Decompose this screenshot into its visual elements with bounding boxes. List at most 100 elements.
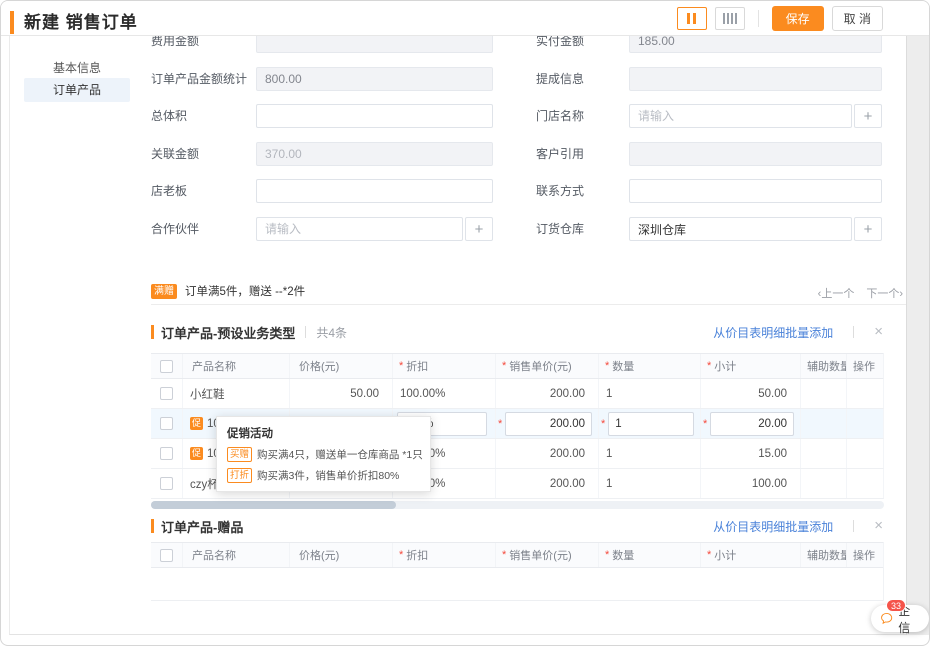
cancel-button[interactable]: 取 消: [832, 6, 883, 31]
title-accent-bar: [10, 11, 14, 34]
field-label: 店老板: [151, 179, 187, 203]
partner-add-button[interactable]: +: [465, 217, 493, 241]
promotion-tag: 满赠: [151, 284, 177, 299]
products-count: 共4条: [316, 324, 347, 341]
store-name-add-button[interactable]: +: [854, 104, 882, 128]
table-horizontal-scrollbar[interactable]: [151, 501, 884, 509]
product-amount-total-field: 800.00: [256, 67, 493, 91]
tooltip-item: 打折 购买满3件，销售单价折扣80%: [227, 468, 420, 483]
field-group-store-name: 门店名称 +: [536, 104, 882, 128]
paid-amount-field: 185.00: [629, 36, 882, 53]
next-promotion-link[interactable]: 下一个›: [866, 285, 903, 301]
select-all-checkbox[interactable]: [160, 360, 173, 373]
subtotal-input[interactable]: [710, 412, 794, 436]
gifts-section-title: 订单产品-赠品: [161, 517, 243, 536]
scrollbar-thumb[interactable]: [151, 501, 396, 509]
field-group-fee-amount: 费用金额: [151, 36, 493, 53]
sidebar-item-basic-info[interactable]: 基本信息: [24, 56, 130, 80]
row-checkbox[interactable]: [160, 387, 173, 400]
field-group-total-volume: 总体积: [151, 104, 493, 128]
field-group-related-amount: 关联金额 370.00: [151, 142, 493, 166]
sidebar-item-order-products[interactable]: 订单产品: [24, 78, 130, 102]
main-content: 基本信息 订单产品 费用金额 实付金额 185.00 订单产品金额统计 800.…: [9, 36, 907, 635]
required-asterisk: *: [601, 418, 605, 430]
field-label: 订货仓库: [536, 217, 584, 241]
banner-separator: [151, 304, 906, 305]
promotion-tooltip: 促销活动 买赠 购买满4只，赠送单一仓库商品 *1只 打折 购买满3件，销售单价…: [216, 416, 431, 492]
aux-qty-cell: [801, 469, 847, 498]
right-scroll-gutter[interactable]: [906, 36, 929, 635]
field-group-paid-amount: 实付金额 185.00: [536, 36, 882, 53]
total-volume-field: [256, 104, 493, 128]
unit-price-cell: 200.00: [496, 439, 599, 468]
required-asterisk: *: [498, 418, 502, 430]
discount-cell: 100.00%: [393, 379, 496, 408]
warehouse-add-button[interactable]: +: [854, 217, 882, 241]
promo-badge: 促: [190, 447, 203, 460]
operation-cell: [847, 439, 884, 468]
unit-price-cell: 200.00: [496, 379, 599, 408]
tooltip-item: 买赠 购买满4只，赠送单一仓库商品 *1只: [227, 447, 420, 462]
batch-add-from-pricelist-link[interactable]: 从价目表明细批量添加: [713, 518, 833, 535]
row-checkbox[interactable]: [160, 417, 173, 430]
two-column-view-toggle-icon[interactable]: [677, 7, 707, 30]
products-section-title: 订单产品-预设业务类型: [161, 323, 295, 342]
contact-field: [629, 179, 882, 203]
warehouse-field: [629, 217, 852, 241]
field-label: 门店名称: [536, 104, 584, 128]
buy-gift-tag: 买赠: [227, 447, 252, 462]
products-table-header: 产品名称 价格(元) *折扣 *销售单价(元) *数量 *小计 辅助数量 操作: [151, 353, 883, 379]
discount-tag: 打折: [227, 468, 252, 483]
qty-input[interactable]: [608, 412, 694, 436]
partner-input[interactable]: [265, 222, 454, 236]
qty-cell: 1: [599, 469, 701, 498]
total-volume-input[interactable]: [265, 109, 484, 123]
field-group-product-amount-total: 订单产品金额统计 800.00: [151, 67, 493, 91]
products-section-header: 订单产品-预设业务类型 共4条: [151, 324, 347, 340]
gifts-table-header: 产品名称 价格(元) *折扣 *销售单价(元) *数量 *小计 辅助数量 操作: [151, 542, 883, 568]
header-divider: [758, 10, 759, 27]
field-label: 订单产品金额统计: [151, 67, 247, 91]
field-label: 联系方式: [536, 179, 584, 203]
qixin-widget[interactable]: 33 企信: [871, 605, 929, 632]
sales-order-window: 新建 销售订单 保存 取 消 基本信息 订单产品 费用金额 实付金额 185.0…: [0, 0, 930, 646]
row-checkbox[interactable]: [160, 477, 173, 490]
section-accent-bar: [151, 519, 154, 533]
partner-field: [256, 217, 463, 241]
close-icon[interactable]: ×: [874, 519, 883, 533]
warehouse-input[interactable]: [638, 222, 843, 236]
row-checkbox[interactable]: [160, 447, 173, 460]
chat-bubble-icon: [880, 610, 893, 627]
field-label: 总体积: [151, 104, 187, 128]
list-view-toggle-icon[interactable]: [715, 7, 745, 30]
field-label: 客户引用: [536, 142, 584, 166]
product-name-cell: 小红鞋: [183, 379, 290, 408]
prev-promotion-link[interactable]: ‹上一个: [818, 285, 855, 301]
field-group-warehouse: 订货仓库 +: [536, 217, 882, 241]
aux-qty-cell: [801, 379, 847, 408]
required-asterisk: *: [703, 418, 707, 430]
price-cell: 50.00: [290, 379, 393, 408]
section-divider: [853, 326, 854, 338]
fee-amount-field: [256, 36, 493, 53]
subtotal-cell: 15.00: [701, 439, 801, 468]
commission-info-field: [629, 67, 882, 91]
select-all-checkbox[interactable]: [160, 549, 173, 562]
page-title: 新建 销售订单: [24, 8, 138, 33]
title-bar: 新建 销售订单 保存 取 消: [1, 1, 929, 36]
save-button[interactable]: 保存: [772, 6, 824, 31]
unit-price-input[interactable]: [505, 412, 592, 436]
store-name-field: [629, 104, 852, 128]
aux-qty-cell: [801, 409, 847, 438]
products-section-actions: 从价目表明细批量添加 ×: [713, 324, 883, 340]
contact-input[interactable]: [638, 184, 873, 198]
table-row[interactable]: 小红鞋 50.00 100.00% 200.00 1 50.00: [151, 379, 883, 409]
customer-ref-field: [629, 142, 882, 166]
section-divider: [305, 326, 306, 338]
close-icon[interactable]: ×: [874, 325, 883, 339]
qty-cell: 1: [599, 379, 701, 408]
store-name-input[interactable]: [638, 109, 843, 123]
batch-add-from-pricelist-link[interactable]: 从价目表明细批量添加: [713, 324, 833, 341]
gifts-section-actions: 从价目表明细批量添加 ×: [713, 518, 883, 534]
shop-owner-input[interactable]: [265, 184, 484, 198]
